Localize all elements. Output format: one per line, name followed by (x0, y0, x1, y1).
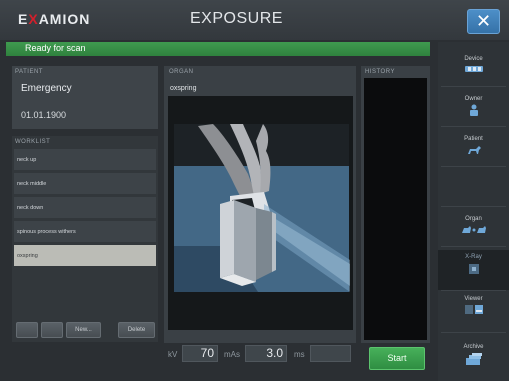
mas-field[interactable]: 3.0 (245, 345, 287, 362)
kv-field[interactable]: 70 (182, 345, 218, 362)
worklist-item[interactable]: neck up (14, 149, 156, 170)
device-icon (464, 66, 483, 72)
nav-viewer[interactable]: Viewer (438, 292, 509, 332)
nav-archive-label: Archive (463, 344, 484, 350)
worklist-item[interactable]: neck middle (14, 173, 156, 194)
organ-section-label: ORGAN (169, 69, 194, 75)
status-text: Ready for scan (25, 43, 86, 53)
nav-patient-label: Patient (464, 136, 483, 142)
organ-image (168, 96, 353, 330)
nav-xray-label: X-Ray (465, 254, 482, 260)
examion-logo: EXAMION (18, 11, 91, 27)
worklist-blank-button-2[interactable] (41, 322, 63, 338)
nav-viewer-label: Viewer (464, 296, 483, 302)
patient-dog-icon (467, 146, 481, 154)
worklist-item-selected[interactable]: oxspring (14, 245, 156, 266)
nav-organ-label: Organ (465, 216, 482, 222)
xray-icon (468, 264, 479, 274)
worklist-section-label: WORKLIST (15, 139, 51, 145)
delete-button[interactable]: Delete (118, 322, 155, 338)
horse-hoof-xray-illustration (174, 124, 350, 292)
nav-xray[interactable]: X-Ray (438, 250, 509, 290)
mas-label: mAs (224, 350, 240, 359)
archive-icon (465, 353, 482, 365)
viewer-icon (464, 305, 483, 314)
new-button[interactable]: New... (66, 322, 101, 338)
worklist-blank-button-1[interactable] (16, 322, 38, 338)
close-button[interactable]: ✕ (467, 9, 500, 34)
kv-label: kV (168, 350, 178, 359)
ms-field[interactable] (310, 345, 351, 362)
screen-title: EXPOSURE (190, 10, 283, 27)
history-list[interactable] (364, 78, 427, 340)
organ-value: oxspring (170, 85, 197, 92)
organ-icon (461, 226, 486, 233)
patient-name: Emergency (21, 83, 72, 94)
worklist-item[interactable]: spinous process withers (14, 221, 156, 242)
ms-label: ms (294, 350, 305, 359)
nav-device-label: Device (464, 56, 483, 62)
nav-owner-label: Owner (464, 96, 483, 102)
start-button[interactable]: Start (369, 347, 425, 370)
history-section-label: HISTORY (365, 69, 395, 75)
owner-icon (469, 104, 478, 116)
patient-dob: 01.01.1900 (21, 110, 67, 120)
worklist-item[interactable]: neck down (14, 197, 156, 218)
nav-archive[interactable]: Archive (438, 340, 509, 380)
patient-section-label-overlay: PATIENT (15, 69, 43, 75)
